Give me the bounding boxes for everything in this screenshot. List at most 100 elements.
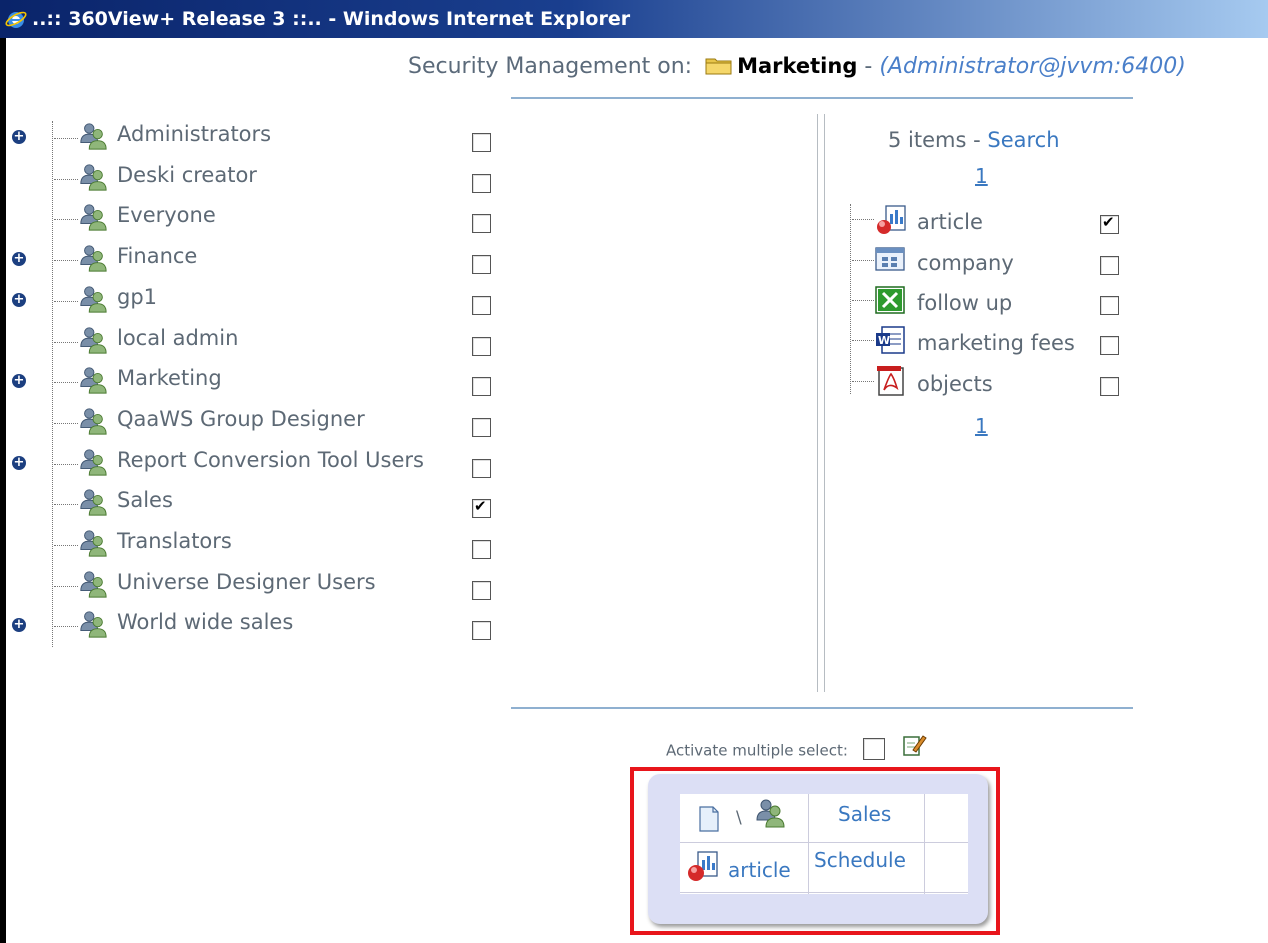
group-row[interactable]: + gp1 <box>6 284 506 324</box>
group-label[interactable]: Translators <box>117 529 232 553</box>
group-checkbox[interactable] <box>472 133 491 152</box>
group-label[interactable]: QaaWS Group Designer <box>117 407 365 431</box>
item-label[interactable]: company <box>917 251 1014 275</box>
group-row[interactable]: local admin <box>6 325 506 365</box>
item-row[interactable]: follow up <box>848 285 1148 325</box>
pager-bottom[interactable]: 1 <box>975 414 988 438</box>
group-label[interactable]: World wide sales <box>117 610 293 634</box>
group-label[interactable]: Finance <box>117 244 197 268</box>
expand-plus-icon[interactable]: + <box>12 618 26 633</box>
item-label[interactable]: objects <box>917 372 993 396</box>
items-count: 5 items <box>888 128 967 152</box>
group-icon <box>80 123 107 150</box>
expand-plus-icon[interactable]: + <box>12 455 26 470</box>
group-checkbox[interactable] <box>472 417 491 437</box>
item-checkbox[interactable] <box>1100 377 1119 396</box>
current-user: (Administrator@jvvm:6400) <box>879 54 1186 79</box>
group-checkbox[interactable] <box>472 458 491 478</box>
expand-plus-icon[interactable]: + <box>12 252 26 267</box>
group-checkbox[interactable] <box>472 497 491 519</box>
group-checkbox[interactable] <box>472 580 491 600</box>
group-row[interactable]: Everyone <box>6 202 506 242</box>
group-label[interactable]: Everyone <box>117 203 216 227</box>
edit-notepad-icon[interactable] <box>901 732 928 758</box>
group-row[interactable]: + Report Conversion Tool Users <box>6 447 506 487</box>
svg-text:W: W <box>878 334 890 347</box>
item-label[interactable]: marketing fees <box>917 331 1075 355</box>
column-header-sales[interactable]: Sales <box>838 802 891 826</box>
group-row[interactable]: + Marketing <box>6 365 506 405</box>
group-row[interactable]: Translators <box>6 528 506 568</box>
group-checkbox[interactable] <box>472 336 491 356</box>
item-checkbox[interactable] <box>1100 256 1119 275</box>
group-label[interactable]: Universe Designer Users <box>117 570 376 594</box>
expand-plus-icon[interactable]: + <box>12 130 26 144</box>
pdf-icon <box>877 366 904 396</box>
item-checkbox[interactable] <box>1100 213 1119 234</box>
group-row[interactable]: + World wide sales <box>6 609 506 649</box>
group-label[interactable]: Deski creator <box>117 163 257 187</box>
item-row[interactable]: company <box>848 245 1148 285</box>
group-row[interactable]: Universe Designer Users <box>6 569 506 609</box>
items-header: 5 items - Search <box>888 128 1060 152</box>
tree-connector <box>54 178 78 180</box>
group-label[interactable]: Sales <box>117 488 173 512</box>
tree-connector <box>852 340 874 341</box>
item-row[interactable]: article <box>848 204 1148 244</box>
group-label[interactable]: gp1 <box>117 285 157 309</box>
group-icon <box>756 799 785 828</box>
group-label[interactable]: Marketing <box>117 366 222 390</box>
window-titlebar: ..:: 360View+ Release 3 ::.. - Windows I… <box>0 0 1268 38</box>
group-row[interactable]: QaaWS Group Designer <box>6 406 506 446</box>
tree-connector <box>54 422 78 424</box>
multi-select-checkbox[interactable] <box>862 738 885 760</box>
group-checkbox[interactable] <box>472 214 491 234</box>
tree-connector <box>852 381 874 382</box>
tree-connector <box>54 504 78 506</box>
group-icon <box>80 245 107 272</box>
window-title: ..:: 360View+ Release 3 ::.. - Windows I… <box>32 8 631 30</box>
group-label[interactable]: local admin <box>117 326 238 350</box>
rights-grid: \ Sales article Schedule <box>680 794 968 894</box>
row-label-article[interactable]: article <box>728 858 791 882</box>
panel-splitter[interactable] <box>817 114 825 692</box>
ie-logo-icon <box>5 11 27 28</box>
item-row[interactable]: objects <box>848 366 1148 406</box>
group-checkbox[interactable] <box>472 377 491 397</box>
grid-cell-schedule[interactable]: Schedule <box>814 848 906 872</box>
item-checkbox[interactable] <box>1100 296 1119 315</box>
pager-top[interactable]: 1 <box>975 164 988 188</box>
group-row[interactable]: Sales <box>6 487 506 527</box>
tree-connector <box>852 300 874 301</box>
group-checkbox[interactable] <box>472 540 491 559</box>
expand-plus-icon[interactable]: + <box>12 292 26 307</box>
group-checkbox[interactable] <box>472 295 491 315</box>
tree-connector <box>54 219 78 221</box>
table-doc-icon <box>875 247 905 271</box>
tree-connector <box>54 138 78 139</box>
item-checkbox[interactable] <box>1100 336 1119 355</box>
top-divider <box>511 97 1133 99</box>
item-label[interactable]: follow up <box>917 291 1012 315</box>
item-label[interactable]: article <box>917 210 983 234</box>
group-icon <box>80 530 107 557</box>
group-checkbox[interactable] <box>472 255 491 275</box>
tree-connector <box>852 260 874 261</box>
tree-connector <box>54 341 78 343</box>
group-checkbox[interactable] <box>472 621 491 641</box>
folder-icon <box>705 58 732 75</box>
group-label[interactable]: Administrators <box>117 122 271 146</box>
expand-plus-icon[interactable]: + <box>12 374 26 389</box>
group-icon <box>80 408 107 435</box>
group-row[interactable]: Deski creator <box>6 162 506 202</box>
group-checkbox[interactable] <box>472 173 491 193</box>
search-link[interactable]: Search <box>987 128 1059 152</box>
group-icon <box>80 611 107 638</box>
group-label[interactable]: Report Conversion Tool Users <box>117 448 424 472</box>
group-row[interactable]: + Finance <box>6 243 506 283</box>
items-separator: - <box>973 128 981 152</box>
group-row[interactable]: + Administrators <box>6 121 506 161</box>
item-row[interactable]: Wmarketing fees <box>848 325 1148 365</box>
context-folder-name[interactable]: Marketing <box>737 54 857 78</box>
grid-corner-separator: \ <box>736 808 742 828</box>
